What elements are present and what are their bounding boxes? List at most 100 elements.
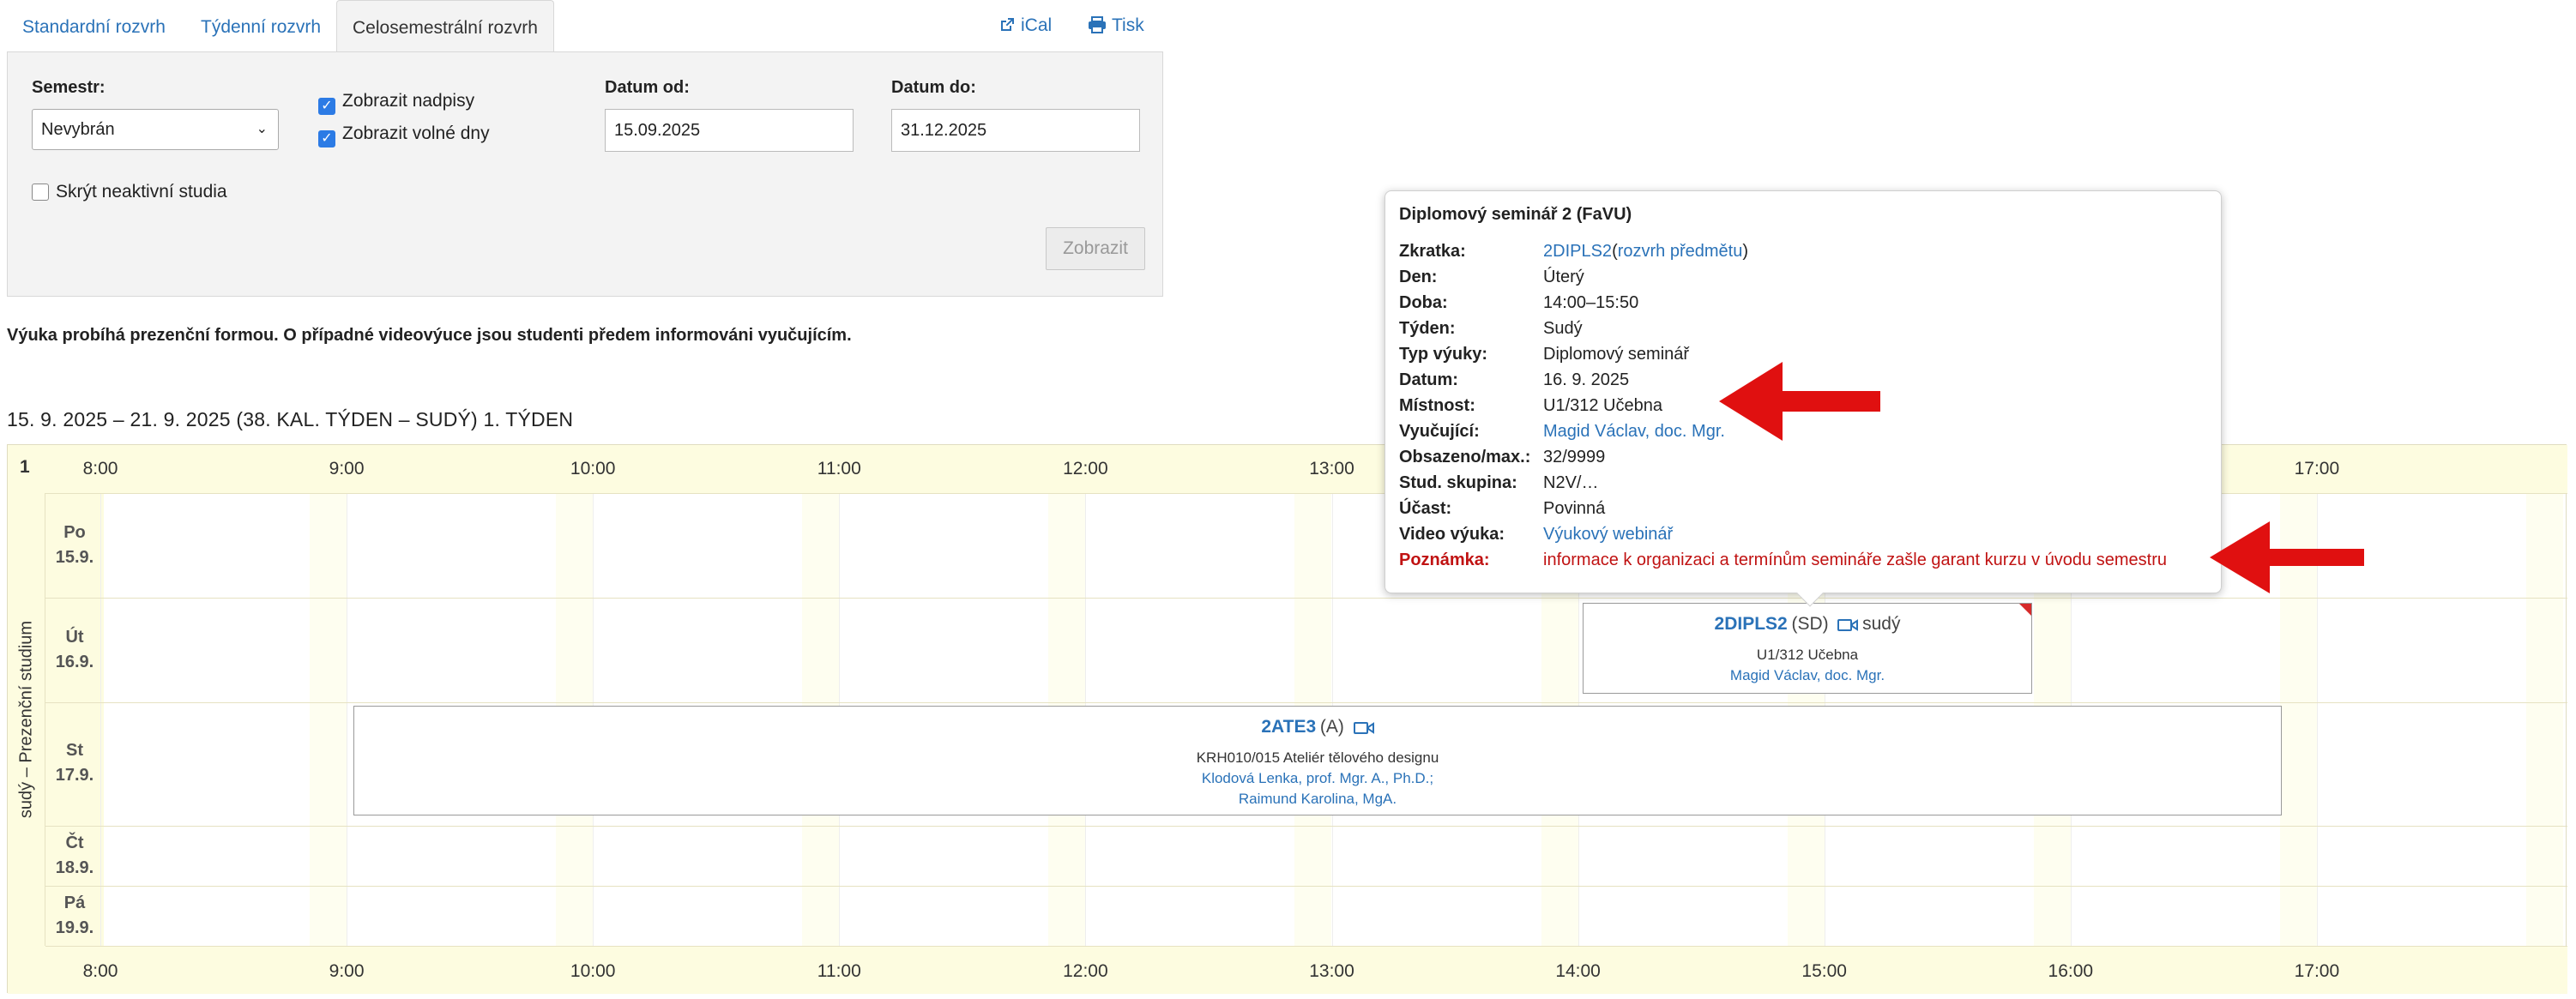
course-code-link[interactable]: 2DIPLS2: [1543, 242, 1612, 261]
event-teacher[interactable]: Klodová Lenka, prof. Mgr. A., Ph.D.;: [354, 770, 2281, 787]
day-date: 19.9.: [55, 918, 94, 937]
show-free-days-checkbox[interactable]: ✓ Zobrazit volné dny: [318, 123, 490, 147]
hide-inactive-checkbox[interactable]: Skrýt neaktivní studia: [32, 181, 227, 203]
date-to-label: Datum do:: [891, 78, 976, 97]
tooltip-row-room: Místnost: U1/312 Učebna: [1399, 395, 1662, 416]
day-label-pa: Pá 19.9.: [45, 891, 104, 941]
tooltip-key: Doba:: [1399, 293, 1448, 312]
day-date: 15.9.: [55, 548, 94, 567]
tooltip-key: Den:: [1399, 268, 1438, 286]
hour-tick: 10:00: [570, 459, 616, 478]
printer-icon: [1089, 16, 1106, 33]
tab-weekly[interactable]: Týdenní rozvrh: [185, 0, 336, 51]
tooltip-value: Sudý: [1543, 319, 1583, 338]
hour-tick: 8:00: [82, 459, 118, 478]
hour-tick: 10:00: [570, 961, 616, 981]
export-icon: [1001, 18, 1014, 31]
day-label-st: St 17.9.: [45, 738, 104, 788]
tooltip-row-time: Doba: 14:00–15:50: [1399, 292, 1638, 313]
tooltip-key: Typ výuky:: [1399, 345, 1487, 364]
tooltip-value: Povinná: [1543, 499, 1606, 518]
tooltip-value: Úterý: [1543, 268, 1584, 286]
checkbox-checked-icon: ✓: [318, 98, 335, 115]
tooltip-value: informace k organizaci a termínům seminá…: [1543, 551, 2167, 569]
red-arrow-icon: [2210, 521, 2364, 593]
hour-tick: 13:00: [1309, 961, 1354, 981]
date-from-input[interactable]: 15.09.2025: [605, 109, 854, 152]
tab-semester[interactable]: Celosemestrální rozvrh: [336, 0, 554, 53]
event-2ate3[interactable]: 2ATE3 (A) KRH010/015 Ateliér tělového de…: [353, 706, 2282, 815]
event-room: U1/312 Učebna: [1756, 647, 1859, 663]
event-code[interactable]: 2ATE3: [1261, 717, 1316, 737]
event-2dipls2[interactable]: 2DIPLS2 (SD) sudý U1/312 Učebna Magid Vá…: [1583, 603, 2032, 694]
show-headings-checkbox[interactable]: ✓ Zobrazit nadpisy: [318, 90, 474, 115]
tooltip-key: Vyučující:: [1399, 422, 1480, 441]
print-label: Tisk: [1112, 15, 1144, 35]
tooltip-value: 14:00–15:50: [1543, 293, 1639, 312]
webinar-link[interactable]: Výukový webinář: [1543, 525, 1673, 544]
hide-inactive-label: Skrýt neaktivní studia: [56, 182, 227, 202]
tooltip-row-date: Datum: 16. 9. 2025: [1399, 370, 1629, 390]
day-date: 16.9.: [55, 653, 94, 671]
tooltip-key: Video výuka:: [1399, 525, 1505, 544]
checkbox-checked-icon: ✓: [318, 130, 335, 147]
date-to-input[interactable]: 31.12.2025: [891, 109, 1140, 152]
course-schedule-link[interactable]: rozvrh předmětu: [1618, 242, 1743, 261]
tab-bar: Standardní rozvrh Týdenní rozvrh Celosem…: [0, 0, 1163, 53]
week-title: 15. 9. 2025 – 21. 9. 2025 (38. KAL. TÝDE…: [7, 408, 574, 430]
tooltip-row-video: Video výuka: Výukový webinář: [1399, 524, 1673, 545]
semester-select[interactable]: Nevybrán ⌄: [32, 109, 279, 150]
day-row-ct: [45, 826, 2567, 886]
teaching-notice: Výuka probíhá prezenční formou. O případ…: [7, 326, 852, 345]
date-from-label: Datum od:: [605, 78, 690, 97]
event-teacher[interactable]: Magid Václav, doc. Mgr.: [1584, 667, 2031, 684]
teacher-link[interactable]: Magid Václav, doc. Mgr.: [1543, 422, 1725, 441]
tooltip-key: Stud. skupina:: [1399, 473, 1517, 492]
day-row-end: [45, 946, 2567, 947]
day-label-ut: Út 16.9.: [45, 625, 104, 675]
tooltip-row-note: Poznámka: informace k organizaci a termín…: [1399, 550, 2167, 570]
tooltip-row-group: Stud. skupina: N2V/…: [1399, 472, 1598, 493]
event-type: (SD): [1791, 614, 1829, 634]
hour-tick: 14:00: [1555, 961, 1601, 981]
hour-tick: 11:00: [817, 459, 861, 478]
tooltip-title: Diplomový seminář 2 (FaVU): [1399, 205, 1632, 224]
event-teacher[interactable]: Raimund Karolina, MgA.: [354, 791, 2281, 808]
event-type: (A): [1319, 717, 1344, 737]
print-link[interactable]: Tisk: [1088, 15, 1144, 36]
hour-tick: 9:00: [329, 961, 365, 981]
hour-tick: 12:00: [1063, 961, 1108, 981]
hour-tick: 15:00: [1801, 961, 1847, 981]
hour-tick: 17:00: [2294, 459, 2340, 478]
day-row-pa: [45, 886, 2567, 946]
day-date: 18.9.: [55, 858, 94, 877]
hour-tick: 9:00: [329, 459, 365, 478]
tooltip-key: Obsazeno/max.:: [1399, 448, 1531, 466]
tooltip-value: N2V/…: [1543, 473, 1599, 492]
tooltip-row-abbr: Zkratka: 2DIPLS2(rozvrh předmětu): [1399, 241, 1748, 262]
show-button[interactable]: Zobrazit: [1046, 227, 1145, 270]
day-date: 17.9.: [55, 766, 94, 785]
tooltip-value: 16. 9. 2025: [1543, 370, 1630, 389]
side-label-text: sudý – Prezenční studium: [16, 620, 35, 819]
event-room: KRH010/015 Ateliér tělového designu: [1196, 749, 1439, 766]
hour-tick: 13:00: [1309, 459, 1354, 478]
tab-standard[interactable]: Standardní rozvrh: [7, 0, 181, 51]
show-headings-label: Zobrazit nadpisy: [342, 91, 475, 111]
day-label-po: Po 15.9.: [45, 521, 104, 570]
tooltip-value: U1/312 Učebna: [1543, 396, 1662, 415]
video-icon: [1837, 619, 1859, 631]
day-name: St: [66, 741, 83, 760]
day-name: Pá: [63, 894, 86, 912]
event-week: sudý: [1862, 614, 1901, 634]
tooltip-row-teacher: Vyučující: Magid Václav, doc. Mgr.: [1399, 421, 1725, 442]
tooltip-value: Diplomový seminář: [1543, 345, 1690, 364]
paren-close: ): [1742, 242, 1749, 261]
event-code[interactable]: 2DIPLS2: [1715, 614, 1788, 634]
hour-tick: 12:00: [1063, 459, 1108, 478]
day-name: Út: [65, 628, 84, 647]
red-arrow-icon: [1719, 362, 1880, 441]
day-label-ct: Čt 18.9.: [45, 831, 104, 881]
tooltip-key: Účast:: [1399, 499, 1452, 518]
ical-link[interactable]: iCal: [998, 15, 1052, 36]
